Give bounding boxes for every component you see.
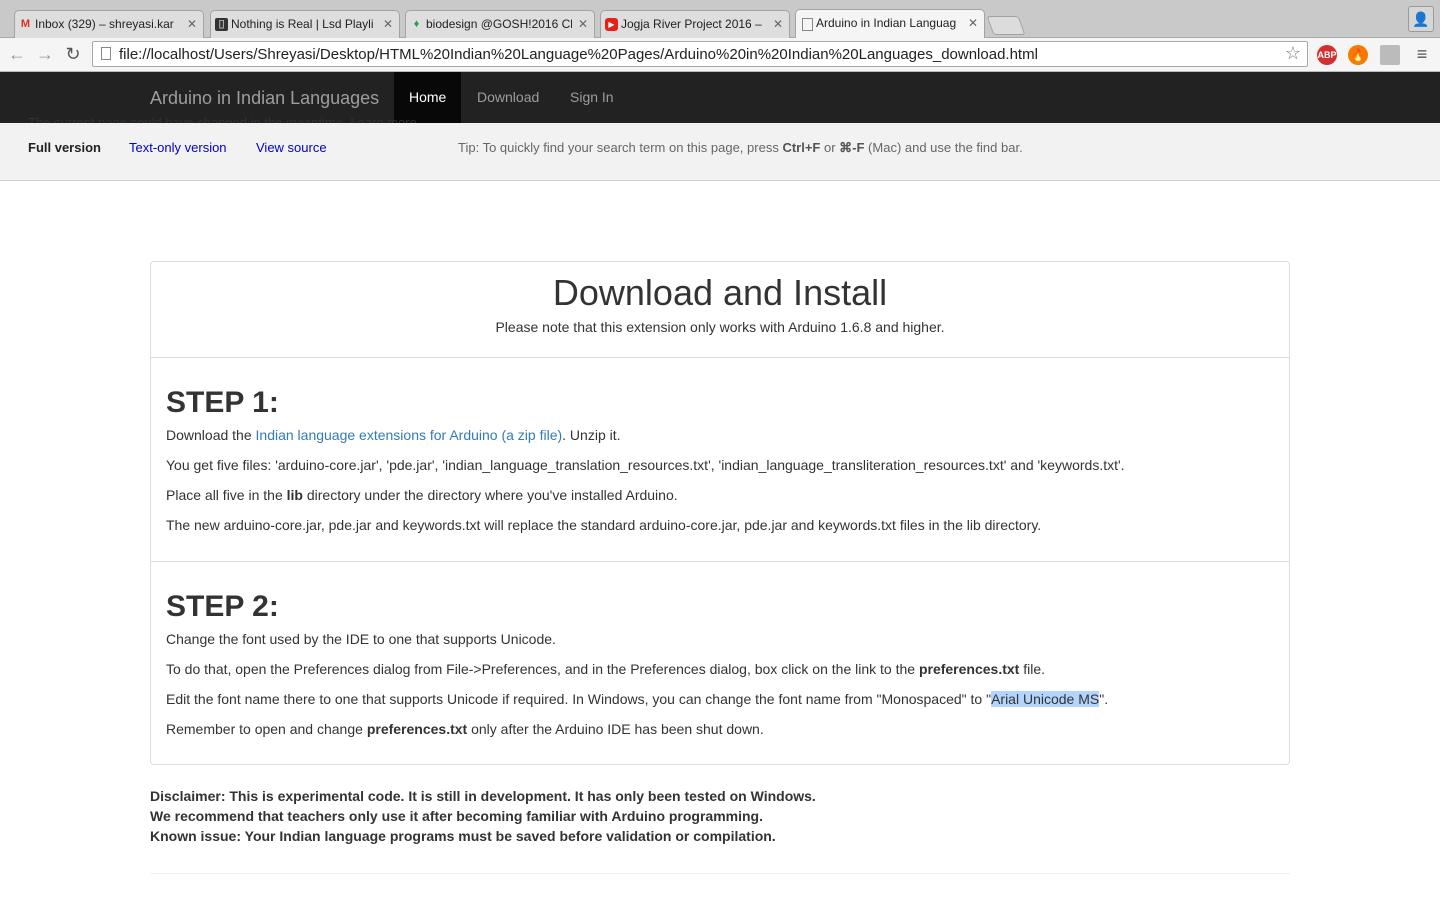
step-2-section: STEP 2: Change the font used by the IDE … <box>166 585 1276 749</box>
bookmark-star-icon[interactable]: ☆ <box>1285 43 1301 64</box>
browser-tab-gmail[interactable]: M Inbox (329) – shreyasi.kar ✕ <box>14 10 204 38</box>
tip-key-cmd-f: ⌘-F <box>839 140 865 155</box>
adblock-plus-icon[interactable]: ABP <box>1317 45 1337 65</box>
panel-heading: Download and Install Please note that th… <box>151 262 1289 358</box>
browser-tab-strip: M Inbox (329) – shreyasi.kar ✕ ▯ Nothing… <box>0 0 1440 39</box>
extension-window-icon[interactable] <box>1380 45 1400 65</box>
step-2-reminder-line: Remember to open and change preferences.… <box>166 719 1276 749</box>
page-icon <box>802 18 813 31</box>
leaf-icon: ♦ <box>413 18 420 30</box>
profile-icon[interactable]: 👤 <box>1408 6 1434 32</box>
youtube-icon: ▶ <box>605 18 618 31</box>
section-divider <box>151 561 1289 562</box>
archive-notice-text: The current page could have changed in t… <box>28 115 417 123</box>
close-tab-icon[interactable]: ✕ <box>383 17 393 31</box>
close-tab-icon[interactable]: ✕ <box>773 17 783 31</box>
browser-tab-arduino[interactable]: Arduino in Indian Languag ✕ <box>795 9 985 39</box>
step-1-section: STEP 1: Download the Indian language ext… <box>166 381 1276 545</box>
text-only-version-link[interactable]: Text-only version <box>129 140 227 155</box>
page-icon <box>101 47 111 60</box>
text: directory under the directory where you'… <box>302 487 678 503</box>
step-1-heading: STEP 1: <box>166 386 279 419</box>
text: . Unzip it. <box>562 427 621 443</box>
preferences-bold: preferences.txt <box>918 661 1020 677</box>
zip-download-link[interactable]: Indian language extensions for Arduino (… <box>256 427 563 443</box>
step-2-font-line: Change the font used by the IDE to one t… <box>166 631 556 647</box>
step-1-download-line: Download the Indian language extensions … <box>166 425 1276 455</box>
tab-title: Nothing is Real | Lsd Playli <box>231 17 374 31</box>
close-tab-icon[interactable]: ✕ <box>187 17 197 31</box>
download-panel: Download and Install Please note that th… <box>150 261 1290 765</box>
reload-icon[interactable]: ↻ <box>61 43 85 65</box>
disclaimer-line: We recommend that teachers only use it a… <box>150 808 763 824</box>
tab-title: Jogja River Project 2016 – <box>621 17 762 31</box>
tip-text: (Mac) and use the find bar. <box>864 140 1023 155</box>
preferences-bold: preferences.txt <box>366 721 468 737</box>
text: file. <box>1019 661 1046 677</box>
tip-key-ctrl-f: Ctrl+F <box>782 140 821 155</box>
full-version-label: Full version <box>28 140 101 155</box>
extension-flame-icon[interactable]: 🔥 <box>1348 45 1368 65</box>
back-arrow-icon[interactable]: ← <box>5 43 29 65</box>
app-icon: ▯ <box>215 18 228 31</box>
address-bar[interactable]: file://localhost/Users/Shreyasi/Desktop/… <box>92 41 1308 67</box>
nav-download[interactable]: Download <box>462 72 554 123</box>
version-bar: Full version Text-only version View sour… <box>0 123 1440 181</box>
find-tip: Tip: To quickly find your search term on… <box>458 140 1023 156</box>
tab-title: Arduino in Indian Languag <box>816 16 957 30</box>
new-tab-button[interactable] <box>986 16 1026 35</box>
footer-rule <box>150 873 1290 874</box>
step-2-edit-font-line: Edit the font name there to one that sup… <box>166 689 1276 719</box>
step-2-preferences-line: To do that, open the Preferences dialog … <box>166 659 1276 689</box>
text: ". <box>1099 691 1109 707</box>
browser-toolbar: ← → ↻ file://localhost/Users/Shreyasi/De… <box>0 38 1440 72</box>
page-title: Download and Install <box>552 272 888 313</box>
browser-tab-youtube[interactable]: ▶ Jogja River Project 2016 – ✕ <box>600 10 790 38</box>
disclaimer-line: Known issue: Your Indian language progra… <box>150 828 776 844</box>
text: Place all five in the <box>166 487 287 503</box>
tip-text: Tip: To quickly find your search term on… <box>458 140 783 155</box>
text: Download the <box>166 427 256 443</box>
step-1-replace-line: The new arduino-core.jar, pde.jar and ke… <box>166 517 1042 533</box>
text: To do that, open the Preferences dialog … <box>166 661 919 677</box>
close-tab-icon[interactable]: ✕ <box>578 17 588 31</box>
disclaimer: Disclaimer: This is experimental code. I… <box>150 786 816 846</box>
lib-bold: lib <box>286 487 303 503</box>
forward-arrow-icon[interactable]: → <box>33 43 57 65</box>
nav-sign-in[interactable]: Sign In <box>555 72 629 123</box>
tip-text: or <box>820 140 840 155</box>
site-brand[interactable]: Arduino in Indian Languages <box>150 88 379 109</box>
close-tab-icon[interactable]: ✕ <box>968 16 978 30</box>
gmail-icon: M <box>20 18 31 30</box>
highlighted-font-name: Arial Unicode MS <box>991 691 1100 707</box>
step-2-heading: STEP 2: <box>166 590 279 623</box>
text: only after the Arduino IDE has been shut… <box>467 721 764 737</box>
text: Edit the font name there to one that sup… <box>166 691 992 707</box>
text: Remember to open and change <box>166 721 367 737</box>
step-1-files-line: You get five files: 'arduino-core.jar', … <box>166 457 1125 473</box>
tab-title: biodesign @GOSH!2016 Cl <box>426 17 572 31</box>
url-text: file://localhost/Users/Shreyasi/Desktop/… <box>119 46 1038 63</box>
view-source-link[interactable]: View source <box>256 140 327 155</box>
disclaimer-line: Disclaimer: This is experimental code. I… <box>150 788 816 804</box>
browser-tab-biodesign[interactable]: ♦ biodesign @GOSH!2016 Cl ✕ <box>405 10 595 38</box>
step-1-lib-line: Place all five in the lib directory unde… <box>166 485 1276 515</box>
tab-title: Inbox (329) – shreyasi.kar <box>35 17 174 31</box>
version-note: Please note that this extension only wor… <box>495 319 945 335</box>
browser-tab-playlist[interactable]: ▯ Nothing is Real | Lsd Playli ✕ <box>210 10 400 38</box>
menu-icon[interactable]: ≡ <box>1410 43 1434 65</box>
archive-notice-clipped: The current page could have changed in t… <box>28 112 417 123</box>
